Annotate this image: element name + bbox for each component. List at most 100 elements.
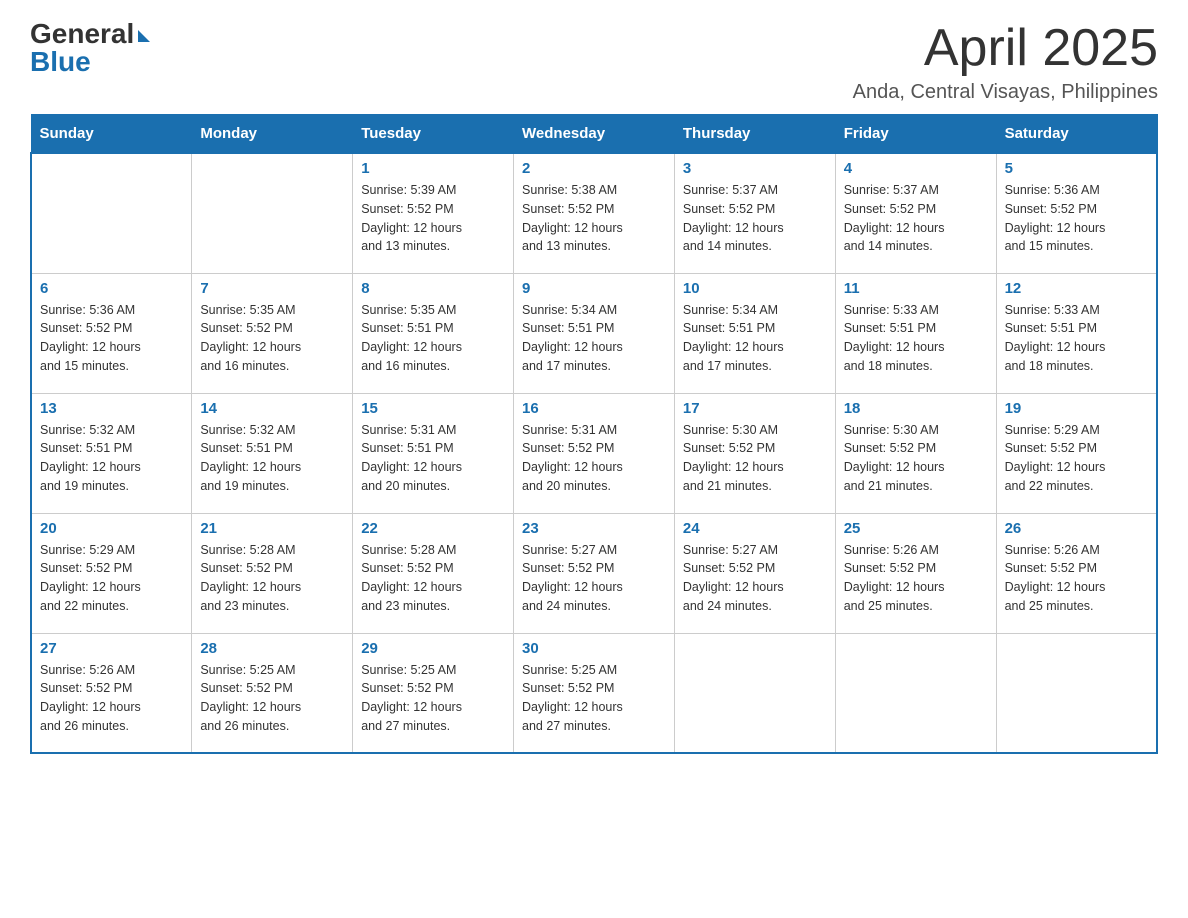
calendar-cell: 12 Sunrise: 5:33 AM Sunset: 5:51 PM Dayli… bbox=[996, 273, 1157, 393]
calendar-cell: 17 Sunrise: 5:30 AM Sunset: 5:52 PM Dayli… bbox=[674, 393, 835, 513]
day-number: 6 bbox=[40, 280, 183, 297]
day-info: Sunrise: 5:31 AM Sunset: 5:51 PM Dayligh… bbox=[361, 421, 505, 496]
day-number: 8 bbox=[361, 280, 505, 297]
calendar-cell bbox=[835, 633, 996, 753]
logo: General Blue bbox=[30, 20, 150, 76]
day-info: Sunrise: 5:29 AM Sunset: 5:52 PM Dayligh… bbox=[1005, 421, 1148, 496]
calendar-cell: 3 Sunrise: 5:37 AM Sunset: 5:52 PM Daylig… bbox=[674, 153, 835, 273]
calendar-cell: 23Sunrise: 5:27 AM Sunset: 5:52 PM Dayli… bbox=[514, 513, 675, 633]
day-number: 12 bbox=[1005, 280, 1148, 297]
day-info: Sunrise: 5:33 AM Sunset: 5:51 PM Dayligh… bbox=[844, 301, 988, 376]
calendar-cell: 11 Sunrise: 5:33 AM Sunset: 5:51 PM Dayli… bbox=[835, 273, 996, 393]
page-header: General Blue April 2025 Anda, Central Vi… bbox=[30, 20, 1158, 104]
calendar-cell: 13 Sunrise: 5:32 AM Sunset: 5:51 PM Dayli… bbox=[31, 393, 192, 513]
day-info: Sunrise: 5:32 AM Sunset: 5:51 PM Dayligh… bbox=[40, 421, 183, 496]
calendar-cell: 1 Sunrise: 5:39 AM Sunset: 5:52 PM Daylig… bbox=[353, 153, 514, 273]
day-info: Sunrise: 5:29 AM Sunset: 5:52 PM Dayligh… bbox=[40, 541, 183, 616]
logo-blue-text: Blue bbox=[30, 48, 91, 76]
day-info: Sunrise: 5:36 AM Sunset: 5:52 PM Dayligh… bbox=[40, 301, 183, 376]
day-info: Sunrise: 5:38 AM Sunset: 5:52 PM Dayligh… bbox=[522, 181, 666, 256]
day-number: 4 bbox=[844, 160, 988, 177]
day-number: 7 bbox=[200, 280, 344, 297]
calendar-cell: 6 Sunrise: 5:36 AM Sunset: 5:52 PM Daylig… bbox=[31, 273, 192, 393]
calendar-cell bbox=[192, 153, 353, 273]
day-number: 27 bbox=[40, 640, 183, 657]
day-number: 2 bbox=[522, 160, 666, 177]
day-number: 16 bbox=[522, 400, 666, 417]
calendar-cell: 21 Sunrise: 5:28 AM Sunset: 5:52 PM Dayli… bbox=[192, 513, 353, 633]
calendar-cell: 30Sunrise: 5:25 AM Sunset: 5:52 PM Dayli… bbox=[514, 633, 675, 753]
day-info: Sunrise: 5:26 AM Sunset: 5:52 PM Dayligh… bbox=[844, 541, 988, 616]
calendar-table: SundayMondayTuesdayWednesdayThursdayFrid… bbox=[30, 114, 1158, 754]
calendar-cell: 26Sunrise: 5:26 AM Sunset: 5:52 PM Dayli… bbox=[996, 513, 1157, 633]
day-number: 11 bbox=[844, 280, 988, 297]
day-number: 28 bbox=[200, 640, 344, 657]
day-number: 13 bbox=[40, 400, 183, 417]
day-number: 18 bbox=[844, 400, 988, 417]
day-info: Sunrise: 5:25 AM Sunset: 5:52 PM Dayligh… bbox=[200, 661, 344, 736]
day-info: Sunrise: 5:32 AM Sunset: 5:51 PM Dayligh… bbox=[200, 421, 344, 496]
calendar-cell: 20 Sunrise: 5:29 AM Sunset: 5:52 PM Dayli… bbox=[31, 513, 192, 633]
day-number: 29 bbox=[361, 640, 505, 657]
day-info: Sunrise: 5:31 AM Sunset: 5:52 PM Dayligh… bbox=[522, 421, 666, 496]
calendar-week-row: 20 Sunrise: 5:29 AM Sunset: 5:52 PM Dayli… bbox=[31, 513, 1157, 633]
day-number: 17 bbox=[683, 400, 827, 417]
calendar-header-thursday: Thursday bbox=[674, 115, 835, 154]
title-block: April 2025 Anda, Central Visayas, Philip… bbox=[853, 20, 1158, 104]
day-number: 25 bbox=[844, 520, 988, 537]
calendar-cell: 18 Sunrise: 5:30 AM Sunset: 5:52 PM Dayli… bbox=[835, 393, 996, 513]
day-number: 21 bbox=[200, 520, 344, 537]
calendar-cell: 8 Sunrise: 5:35 AM Sunset: 5:51 PM Daylig… bbox=[353, 273, 514, 393]
day-info: Sunrise: 5:28 AM Sunset: 5:52 PM Dayligh… bbox=[361, 541, 505, 616]
calendar-header-sunday: Sunday bbox=[31, 115, 192, 154]
calendar-cell bbox=[674, 633, 835, 753]
day-info: Sunrise: 5:26 AM Sunset: 5:52 PM Dayligh… bbox=[40, 661, 183, 736]
calendar-header-tuesday: Tuesday bbox=[353, 115, 514, 154]
logo-general-text: General bbox=[30, 20, 134, 48]
calendar-cell: 22 Sunrise: 5:28 AM Sunset: 5:52 PM Dayli… bbox=[353, 513, 514, 633]
calendar-week-row: 6 Sunrise: 5:36 AM Sunset: 5:52 PM Daylig… bbox=[31, 273, 1157, 393]
day-number: 19 bbox=[1005, 400, 1148, 417]
day-number: 20 bbox=[40, 520, 183, 537]
calendar-header-saturday: Saturday bbox=[996, 115, 1157, 154]
logo-triangle-icon bbox=[138, 30, 150, 42]
day-number: 24 bbox=[683, 520, 827, 537]
day-info: Sunrise: 5:33 AM Sunset: 5:51 PM Dayligh… bbox=[1005, 301, 1148, 376]
day-number: 23 bbox=[522, 520, 666, 537]
calendar-cell bbox=[31, 153, 192, 273]
calendar-header-row: SundayMondayTuesdayWednesdayThursdayFrid… bbox=[31, 115, 1157, 154]
calendar-cell: 28 Sunrise: 5:25 AM Sunset: 5:52 PM Dayli… bbox=[192, 633, 353, 753]
day-number: 15 bbox=[361, 400, 505, 417]
day-info: Sunrise: 5:30 AM Sunset: 5:52 PM Dayligh… bbox=[683, 421, 827, 496]
calendar-cell: 9 Sunrise: 5:34 AM Sunset: 5:51 PM Daylig… bbox=[514, 273, 675, 393]
calendar-cell: 27 Sunrise: 5:26 AM Sunset: 5:52 PM Dayli… bbox=[31, 633, 192, 753]
calendar-header-monday: Monday bbox=[192, 115, 353, 154]
day-info: Sunrise: 5:30 AM Sunset: 5:52 PM Dayligh… bbox=[844, 421, 988, 496]
day-number: 22 bbox=[361, 520, 505, 537]
page-title: April 2025 bbox=[853, 20, 1158, 77]
day-number: 1 bbox=[361, 160, 505, 177]
calendar-cell: 16 Sunrise: 5:31 AM Sunset: 5:52 PM Dayli… bbox=[514, 393, 675, 513]
day-info: Sunrise: 5:37 AM Sunset: 5:52 PM Dayligh… bbox=[683, 181, 827, 256]
day-info: Sunrise: 5:28 AM Sunset: 5:52 PM Dayligh… bbox=[200, 541, 344, 616]
day-info: Sunrise: 5:35 AM Sunset: 5:51 PM Dayligh… bbox=[361, 301, 505, 376]
page-subtitle: Anda, Central Visayas, Philippines bbox=[853, 81, 1158, 104]
calendar-cell: 24 Sunrise: 5:27 AM Sunset: 5:52 PM Dayli… bbox=[674, 513, 835, 633]
day-number: 5 bbox=[1005, 160, 1148, 177]
calendar-cell: 15 Sunrise: 5:31 AM Sunset: 5:51 PM Dayli… bbox=[353, 393, 514, 513]
day-info: Sunrise: 5:39 AM Sunset: 5:52 PM Dayligh… bbox=[361, 181, 505, 256]
day-number: 30 bbox=[522, 640, 666, 657]
day-info: Sunrise: 5:34 AM Sunset: 5:51 PM Dayligh… bbox=[522, 301, 666, 376]
day-number: 9 bbox=[522, 280, 666, 297]
calendar-header-wednesday: Wednesday bbox=[514, 115, 675, 154]
calendar-cell: 4Sunrise: 5:37 AM Sunset: 5:52 PM Daylig… bbox=[835, 153, 996, 273]
calendar-cell: 10Sunrise: 5:34 AM Sunset: 5:51 PM Dayli… bbox=[674, 273, 835, 393]
calendar-cell: 25 Sunrise: 5:26 AM Sunset: 5:52 PM Dayli… bbox=[835, 513, 996, 633]
calendar-week-row: 13 Sunrise: 5:32 AM Sunset: 5:51 PM Dayli… bbox=[31, 393, 1157, 513]
calendar-cell: 29Sunrise: 5:25 AM Sunset: 5:52 PM Dayli… bbox=[353, 633, 514, 753]
day-info: Sunrise: 5:35 AM Sunset: 5:52 PM Dayligh… bbox=[200, 301, 344, 376]
day-info: Sunrise: 5:27 AM Sunset: 5:52 PM Dayligh… bbox=[683, 541, 827, 616]
day-number: 26 bbox=[1005, 520, 1148, 537]
day-number: 3 bbox=[683, 160, 827, 177]
day-number: 14 bbox=[200, 400, 344, 417]
